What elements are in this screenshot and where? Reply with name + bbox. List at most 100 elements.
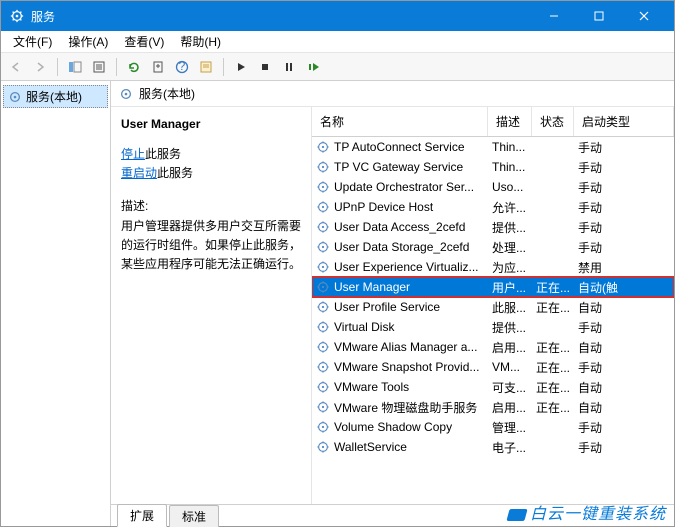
cell-desc: 允许... <box>488 197 532 218</box>
menu-view[interactable]: 查看(V) <box>116 31 172 52</box>
cell-status <box>532 145 574 149</box>
separator <box>57 58 58 76</box>
table-row[interactable]: VMware 物理磁盘助手服务启用...正在...自动 <box>312 397 674 417</box>
cell-name: User Data Access_2cefd <box>312 218 488 236</box>
service-list: 名称 描述 状态 启动类型 TP AutoConnect ServiceThin… <box>311 107 674 504</box>
list-header: 名称 描述 状态 启动类型 <box>312 107 674 137</box>
start-button[interactable] <box>230 56 252 78</box>
cell-status <box>532 445 574 449</box>
cell-desc: 电子... <box>488 437 532 458</box>
cell-name: TP AutoConnect Service <box>312 138 488 156</box>
cell-desc: 管理... <box>488 417 532 438</box>
back-button[interactable] <box>5 56 27 78</box>
cell-desc: 启用... <box>488 397 532 418</box>
cell-desc: Uso... <box>488 178 532 196</box>
cell-status <box>532 265 574 269</box>
desc-label: 描述: <box>121 197 301 216</box>
detail-description: 描述: 用户管理器提供多用户交互所需要的运行时组件。如果停止此服务，某些应用程序… <box>121 197 301 274</box>
cell-type: 手动 <box>574 177 674 198</box>
table-row[interactable]: UPnP Device Host允许... 手动 <box>312 197 674 217</box>
cell-status: 正在... <box>532 397 574 418</box>
table-row[interactable]: WalletService电子...手动 <box>312 437 674 457</box>
cell-name: UPnP Device Host <box>312 198 488 216</box>
gear-icon <box>316 300 330 314</box>
cell-name: VMware 物理磁盘助手服务 <box>312 397 488 418</box>
properties-button[interactable] <box>88 56 110 78</box>
cell-type: 手动 <box>574 217 674 238</box>
list-body[interactable]: TP AutoConnect ServiceThin...手动TP VC Gat… <box>312 137 674 504</box>
table-row[interactable]: TP VC Gateway ServiceThin...手动 <box>312 157 674 177</box>
col-type[interactable]: 启动类型 <box>574 107 674 136</box>
cell-status <box>532 185 574 189</box>
table-row[interactable]: VMware Snapshot Provid...VM...正在...手动 <box>312 357 674 377</box>
pause-button[interactable] <box>278 56 300 78</box>
stop-button[interactable] <box>254 56 276 78</box>
restart-link[interactable]: 重启动 <box>121 166 157 180</box>
forward-button[interactable] <box>29 56 51 78</box>
cell-name: VMware Alias Manager a... <box>312 338 488 356</box>
cell-type: 手动 <box>574 197 674 218</box>
tab-standard[interactable]: 标准 <box>169 505 219 527</box>
menu-file[interactable]: 文件(F) <box>5 31 60 52</box>
table-row[interactable]: Update Orchestrator Ser...Uso...手动 <box>312 177 674 197</box>
svg-text:?: ? <box>179 60 186 73</box>
table-row[interactable]: Volume Shadow Copy管理...手动 <box>312 417 674 437</box>
body: 服务(本地) 服务(本地) User Manager 停止此服务 重启动此服务 … <box>1 81 674 526</box>
minimize-button[interactable] <box>531 1 576 31</box>
gear-icon <box>316 180 330 194</box>
table-row[interactable]: User Profile Service此服...正在...自动 <box>312 297 674 317</box>
menu-action[interactable]: 操作(A) <box>60 31 116 52</box>
services-window: 服务 文件(F) 操作(A) 查看(V) 帮助(H) ? <box>0 0 675 527</box>
table-row[interactable]: Virtual Disk提供... 手动 <box>312 317 674 337</box>
cell-name: TP VC Gateway Service <box>312 158 488 176</box>
cell-type: 手动 <box>574 317 674 338</box>
col-desc[interactable]: 描述 <box>488 107 532 136</box>
window-title: 服务 <box>31 8 531 25</box>
cell-type: 手动 <box>574 417 674 438</box>
gear-icon <box>316 280 330 294</box>
cell-status: 正在... <box>532 337 574 358</box>
main-header-label: 服务(本地) <box>139 85 195 102</box>
cell-desc: 提供... <box>488 317 532 338</box>
export-button[interactable] <box>147 56 169 78</box>
main-header: 服务(本地) <box>111 81 674 107</box>
table-row[interactable]: User Data Access_2cefd提供...手动 <box>312 217 674 237</box>
tab-extended[interactable]: 扩展 <box>117 504 167 527</box>
tree-root-label: 服务(本地) <box>26 88 82 105</box>
cell-status: 正在... <box>532 377 574 398</box>
restart-button[interactable] <box>302 56 324 78</box>
stop-link[interactable]: 停止 <box>121 147 145 161</box>
gear-icon <box>316 420 330 434</box>
table-row[interactable]: User Manager用户...正在...自动(触 <box>312 277 674 297</box>
cell-type: 手动 <box>574 137 674 158</box>
cell-name: User Data Storage_2cefd <box>312 238 488 256</box>
detail-pane: User Manager 停止此服务 重启动此服务 描述: 用户管理器提供多用户… <box>111 107 311 504</box>
show-hide-tree-button[interactable] <box>64 56 86 78</box>
properties2-button[interactable] <box>195 56 217 78</box>
refresh-button[interactable] <box>123 56 145 78</box>
tree-pane[interactable]: 服务(本地) <box>1 81 111 526</box>
col-status[interactable]: 状态 <box>532 107 574 136</box>
cell-status: 正在... <box>532 277 574 298</box>
menu-help[interactable]: 帮助(H) <box>172 31 229 52</box>
tree-root[interactable]: 服务(本地) <box>3 85 108 108</box>
menubar: 文件(F) 操作(A) 查看(V) 帮助(H) <box>1 31 674 53</box>
cell-desc: 处理... <box>488 237 532 258</box>
cell-name: Virtual Disk <box>312 318 488 336</box>
gear-icon <box>316 140 330 154</box>
table-row[interactable]: User Experience Virtualiz...为应...禁用 <box>312 257 674 277</box>
gear-icon <box>316 160 330 174</box>
table-row[interactable]: TP AutoConnect ServiceThin...手动 <box>312 137 674 157</box>
table-row[interactable]: User Data Storage_2cefd处理...手动 <box>312 237 674 257</box>
help-button[interactable]: ? <box>171 56 193 78</box>
main-body: User Manager 停止此服务 重启动此服务 描述: 用户管理器提供多用户… <box>111 107 674 504</box>
table-row[interactable]: VMware Alias Manager a...启用...正在...自动 <box>312 337 674 357</box>
cell-status <box>532 325 574 329</box>
gear-icon <box>316 380 330 394</box>
col-name[interactable]: 名称 <box>312 107 488 136</box>
maximize-button[interactable] <box>576 1 621 31</box>
table-row[interactable]: VMware Tools可支...正在...自动 <box>312 377 674 397</box>
gear-icon <box>316 440 330 454</box>
titlebar[interactable]: 服务 <box>1 1 674 31</box>
close-button[interactable] <box>621 1 666 31</box>
